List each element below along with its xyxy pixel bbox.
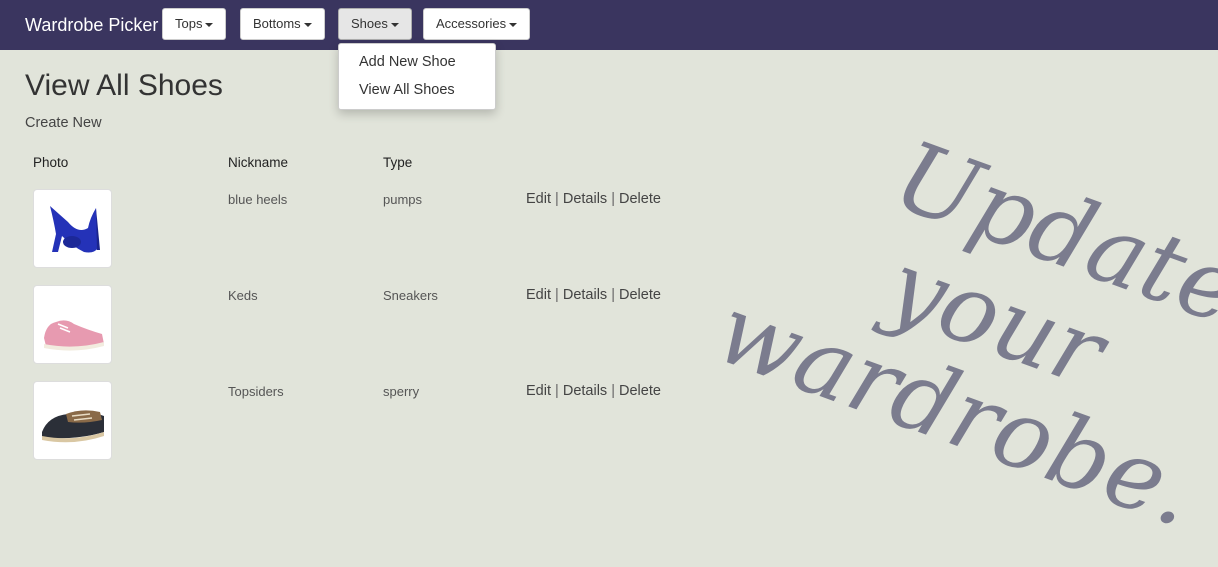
- details-link[interactable]: Details: [563, 191, 607, 207]
- top-navbar: Wardrobe Picker Tops Bottoms Shoes Acces…: [0, 0, 1218, 50]
- shoes-dropdown-menu: Add New Shoe View All Shoes: [338, 43, 496, 110]
- delete-link[interactable]: Delete: [619, 287, 661, 303]
- blue-heel-shoe-photo: [33, 189, 112, 268]
- separator: |: [611, 287, 615, 303]
- shoes-menu-label: Shoes: [351, 16, 388, 31]
- tops-menu-label: Tops: [175, 16, 203, 31]
- add-new-shoe-item[interactable]: Add New Shoe: [359, 54, 456, 70]
- details-link[interactable]: Details: [563, 383, 607, 399]
- separator: |: [611, 383, 615, 399]
- brand-link[interactable]: Wardrobe Picker: [25, 14, 158, 36]
- caret-down-icon: [390, 22, 399, 27]
- create-new-link[interactable]: Create New: [25, 115, 102, 131]
- boat-shoe-photo: [33, 381, 112, 460]
- separator: |: [555, 383, 559, 399]
- edit-link[interactable]: Edit: [526, 191, 551, 207]
- shoes-menu-button[interactable]: Shoes: [338, 8, 412, 40]
- nickname-cell: blue heels: [228, 192, 288, 207]
- separator: |: [611, 191, 615, 207]
- accessories-menu-label: Accessories: [436, 16, 507, 31]
- type-cell: pumps: [383, 192, 423, 207]
- bottoms-menu-label: Bottoms: [253, 16, 301, 31]
- details-link[interactable]: Details: [563, 287, 607, 303]
- row-actions: Edit | Details | Delete: [526, 191, 661, 207]
- edit-link[interactable]: Edit: [526, 383, 551, 399]
- delete-link[interactable]: Delete: [619, 383, 661, 399]
- row-actions: Edit | Details | Delete: [526, 383, 661, 399]
- pink-sneaker-photo: [33, 285, 112, 364]
- view-all-shoes-item[interactable]: View All Shoes: [359, 82, 455, 98]
- type-cell: sperry: [383, 384, 420, 399]
- edit-link[interactable]: Edit: [526, 287, 551, 303]
- caret-down-icon: [303, 22, 312, 27]
- separator: |: [555, 191, 559, 207]
- caret-down-icon: [509, 22, 518, 27]
- caret-down-icon: [205, 22, 214, 27]
- bottoms-menu-button[interactable]: Bottoms: [240, 8, 325, 40]
- decor-line-2: your: [870, 227, 1123, 411]
- type-column-header: Type: [383, 155, 413, 170]
- row-actions: Edit | Details | Delete: [526, 287, 661, 303]
- nickname-cell: Topsiders: [228, 384, 284, 399]
- tops-menu-button[interactable]: Tops: [162, 8, 227, 40]
- nickname-column-header: Nickname: [228, 155, 289, 170]
- nickname-cell: Keds: [228, 288, 258, 303]
- decor-line-1: Update: [881, 119, 1218, 346]
- decor-line-3: wardrobe.: [703, 273, 1210, 549]
- delete-link[interactable]: Delete: [619, 191, 661, 207]
- photo-column-header: Photo: [33, 155, 69, 170]
- accessories-menu-button[interactable]: Accessories: [423, 8, 531, 40]
- separator: |: [555, 287, 559, 303]
- page-title: View All Shoes: [25, 69, 223, 102]
- type-cell: Sneakers: [383, 288, 438, 303]
